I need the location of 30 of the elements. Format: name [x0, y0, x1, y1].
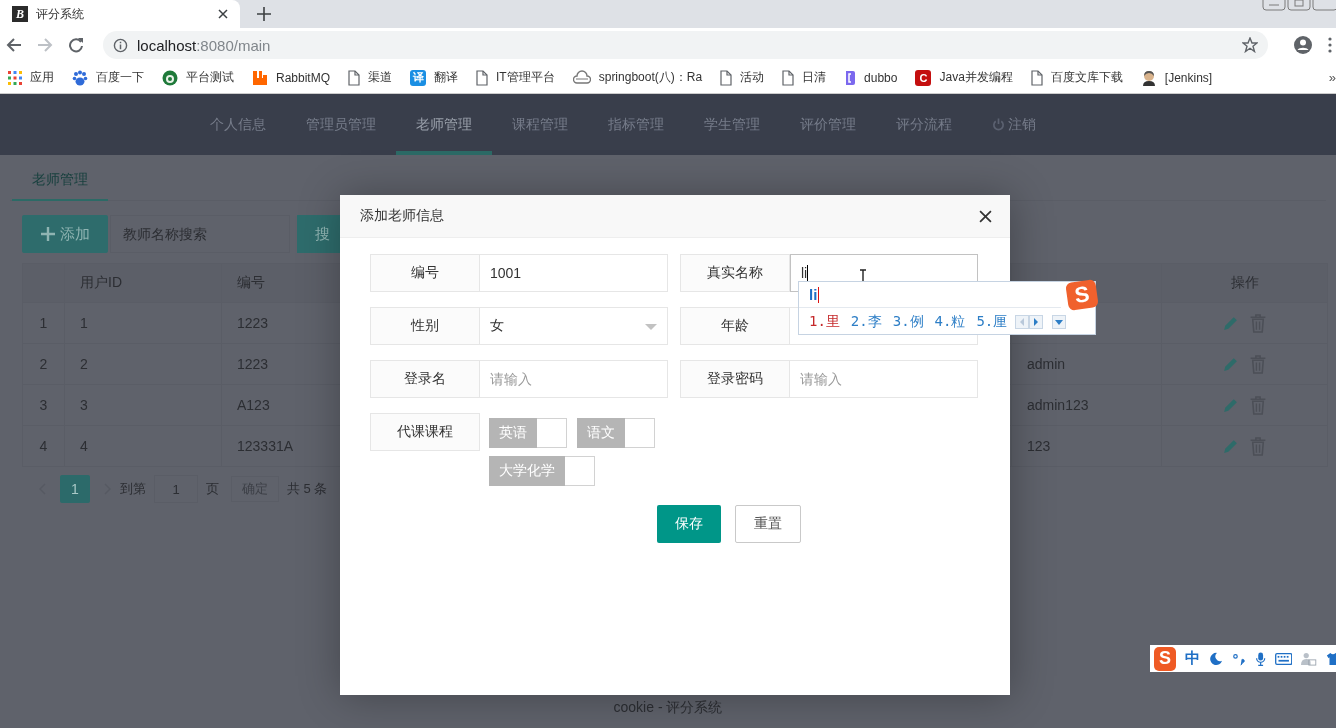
- row-number: 2: [39, 356, 48, 372]
- table-cell: 123331A: [237, 438, 294, 454]
- java-logo: C: [915, 69, 932, 86]
- row-number: 3: [39, 397, 48, 413]
- table-cell: 2: [80, 356, 88, 372]
- table-cell: 3: [80, 397, 88, 413]
- field-label: 登录名: [370, 360, 480, 398]
- table-cell: admin123: [1027, 397, 1089, 413]
- field-label: 登录密码: [680, 360, 790, 398]
- table-cell: 1223: [237, 356, 269, 372]
- row-number: 4: [39, 438, 48, 454]
- table-cell: 1223: [237, 315, 269, 331]
- url-text: localhost:8080/main: [137, 36, 272, 54]
- field-label: 年龄: [680, 307, 790, 345]
- page-unit: 页: [206, 480, 219, 498]
- field-label: 性别: [370, 307, 480, 345]
- favicon: B: [12, 6, 28, 22]
- ime-logo: S: [1065, 279, 1099, 311]
- table-cell: 1: [80, 315, 88, 331]
- table-cell: 4: [80, 438, 88, 454]
- table-cell: admin: [1027, 356, 1066, 372]
- translate-logo: 译: [410, 69, 427, 86]
- field-label: 真实名称: [680, 254, 790, 292]
- row-number: 1: [39, 315, 48, 331]
- nav-label: 注销: [1008, 115, 1036, 134]
- table-cell: A123: [237, 397, 270, 413]
- field-label: 代课课程: [370, 413, 480, 451]
- table-cell: 123: [1027, 438, 1051, 454]
- field-label: 编号: [370, 254, 480, 292]
- tab-title: 评分系统: [36, 5, 85, 23]
